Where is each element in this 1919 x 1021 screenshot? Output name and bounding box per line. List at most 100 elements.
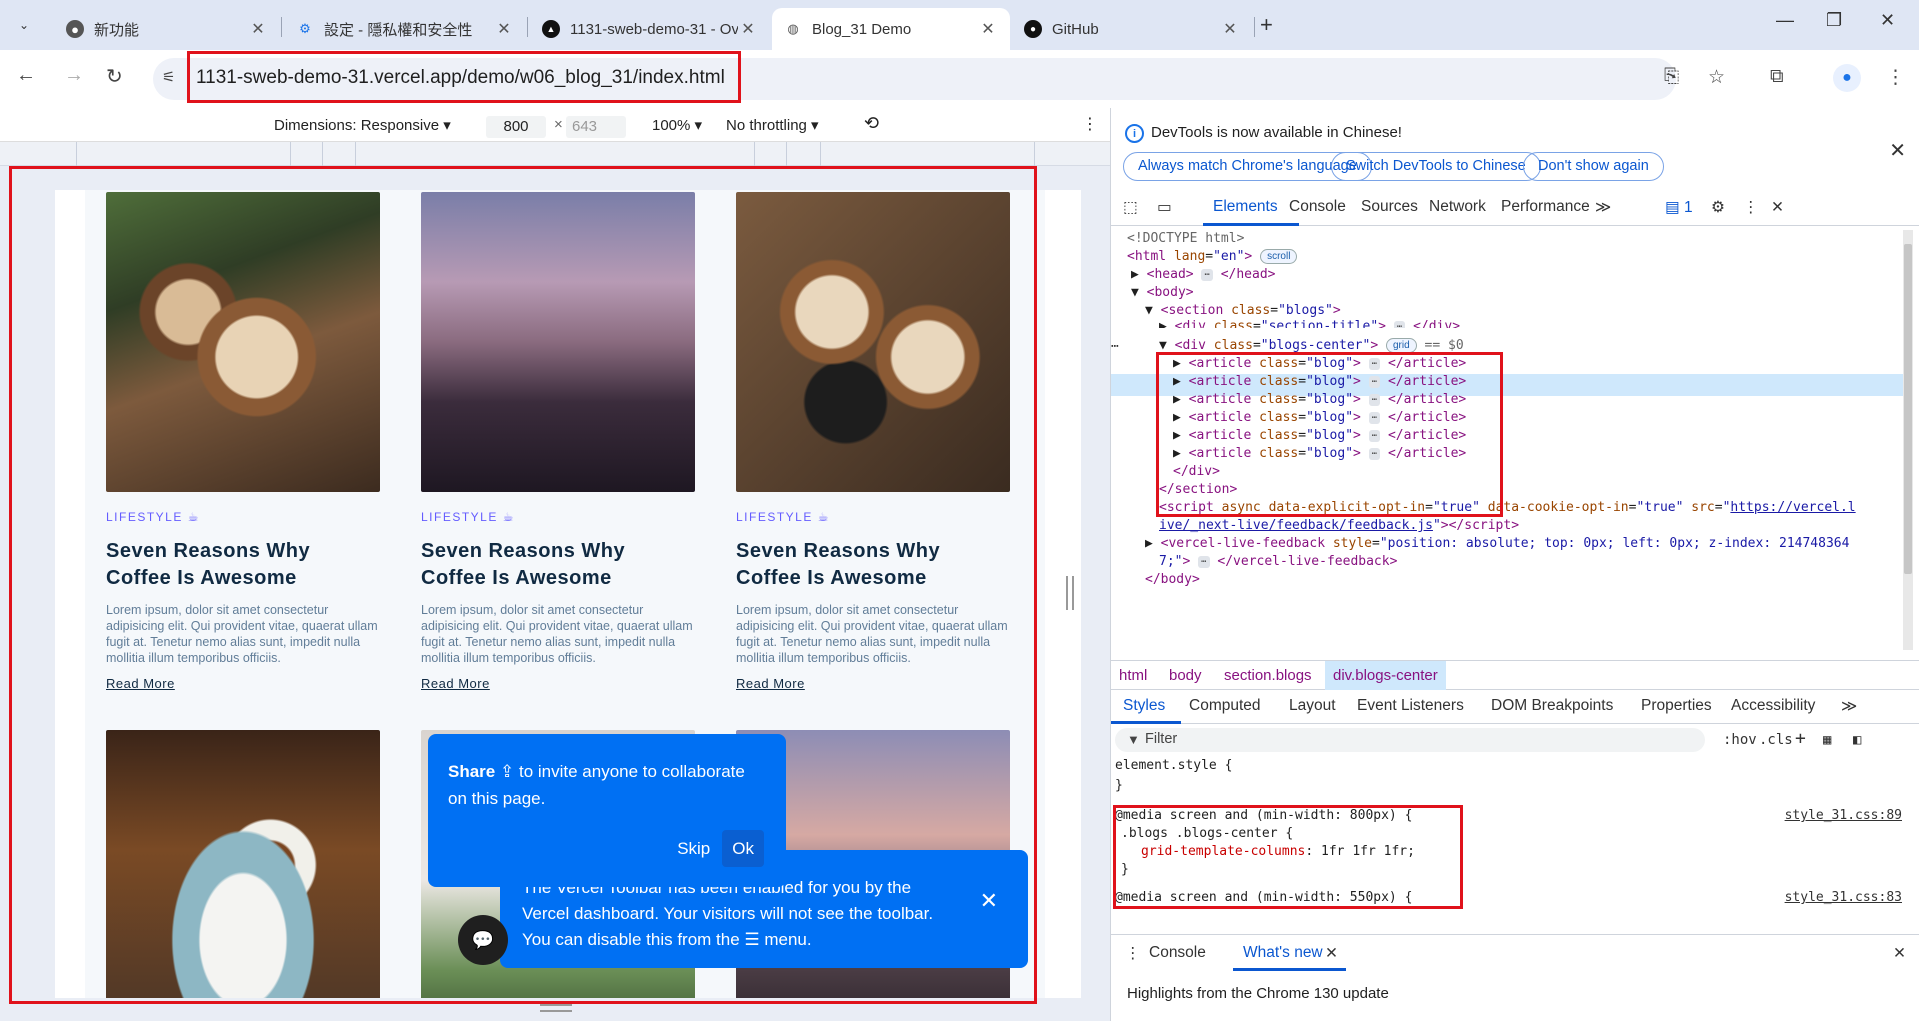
width-input[interactable]: 800 [486, 116, 546, 138]
more-tabs-icon[interactable]: ≫ [1841, 697, 1857, 716]
toolbar-notice-line: Vercel dashboard. Your visitors will not… [522, 904, 934, 923]
zoom-select[interactable]: 100% ▾ [652, 116, 702, 134]
dom-line[interactable]: ▶ <div class="section-title"> ⋯ </div> [1159, 316, 1460, 328]
tab-console[interactable]: Console [1289, 198, 1346, 216]
url-text[interactable]: 1131-sweb-demo-31.vercel.app/demo/w06_bl… [196, 67, 725, 89]
browser-tab[interactable]: ⚙ 設定 - 隱私權和安全性 ✕ [284, 8, 526, 50]
gear-icon: ⚙ [299, 21, 311, 36]
devtools-drawer: ⋮ Console What's new ✕ ✕ Highlights from… [1111, 934, 1919, 1021]
tab-sources[interactable]: Sources [1361, 198, 1418, 216]
cls-toggle[interactable]: .cls [1759, 732, 1793, 748]
restore-icon[interactable]: ❐ [1826, 10, 1842, 31]
css-source-link[interactable]: style_31.css:83 [1785, 888, 1902, 908]
breadcrumb-item-current[interactable]: div.blogs-center [1325, 661, 1446, 690]
star-icon[interactable]: ☆ [1708, 66, 1725, 89]
browser-tab[interactable]: ▲ 1131-sweb-demo-31 - Overvi ✕ [530, 8, 770, 50]
back-icon[interactable]: ← [16, 64, 36, 87]
extensions-icon[interactable]: ⧉ [1770, 66, 1784, 88]
close-tab-icon[interactable]: ✕ [248, 19, 268, 39]
share-tooltip: Share ⇪ to invite anyone to collaborate … [428, 734, 786, 887]
inspect-icon[interactable]: ⬚ [1123, 198, 1138, 217]
tab-search-icon[interactable]: ⌄ [8, 9, 40, 41]
styles-filter-input[interactable]: ▼ Filter [1115, 728, 1705, 752]
add-rule-icon[interactable]: + [1795, 728, 1806, 749]
close-tab-icon[interactable]: ✕ [978, 19, 998, 39]
skip-button[interactable]: Skip [677, 835, 710, 862]
new-tab-button[interactable]: + [1260, 12, 1273, 38]
close-window-icon[interactable]: ✕ [1880, 10, 1895, 31]
resize-handle-bottom[interactable] [540, 1004, 572, 1012]
resize-handle[interactable] [1066, 576, 1074, 610]
devtools-infobar: i DevTools is now available in Chinese! … [1111, 108, 1919, 188]
ok-button[interactable]: Ok [722, 830, 764, 867]
tab-network[interactable]: Network [1429, 198, 1486, 216]
css-selector[interactable]: element.style { [1115, 756, 1232, 776]
comment-icon[interactable]: 💬 [458, 915, 508, 965]
close-devtools-icon[interactable]: ✕ [1771, 198, 1784, 217]
share-icon: ⇪ [499, 762, 515, 781]
tab-elements[interactable]: Elements [1213, 198, 1278, 216]
device-toggle-icon[interactable]: ▭ [1157, 198, 1172, 217]
breadcrumb-item[interactable]: section.blogs [1224, 667, 1312, 684]
browser-toolbar: ← → ↻ ⚟ 1131-sweb-demo-31.vercel.app/dem… [0, 50, 1919, 108]
tab-styles[interactable]: Styles [1123, 697, 1165, 715]
browser-tab-active[interactable]: ◍ Blog_31 Demo ✕ [772, 8, 1010, 50]
more-options-icon[interactable]: ⋮ [1082, 114, 1098, 134]
tab-title: 設定 - 隱私權和安全性 [324, 21, 473, 39]
paint-icon[interactable]: ▦ [1823, 732, 1831, 748]
breadcrumb-item[interactable]: html [1119, 667, 1147, 684]
menu-icon[interactable]: ⋮ [1886, 66, 1905, 89]
chrome-icon: ● [66, 20, 84, 38]
drawer-tab-console[interactable]: Console [1149, 944, 1206, 962]
dom-line[interactable]: </body> [1145, 569, 1200, 590]
close-tab-icon[interactable]: ✕ [1220, 19, 1240, 39]
translate-icon[interactable]: ⎘ [1664, 66, 1679, 88]
css-source-link[interactable]: style_31.css:89 [1785, 806, 1902, 826]
dom-scrollbar[interactable] [1903, 230, 1913, 650]
tab-title: 1131-sweb-demo-31 - Overvi [570, 20, 738, 38]
times-symbol: × [554, 116, 563, 133]
tab-dom-breakpoints[interactable]: DOM Breakpoints [1491, 697, 1613, 715]
drawer-tab-whats-new[interactable]: What's new [1243, 944, 1323, 962]
tab-computed[interactable]: Computed [1189, 697, 1261, 715]
sidebar-toggle-icon[interactable]: ◧ [1853, 732, 1861, 748]
breadcrumb-item[interactable]: body [1169, 667, 1202, 684]
dont-show-again-button[interactable]: Don't show again [1523, 152, 1664, 181]
whats-new-heading: Highlights from the Chrome 130 update [1127, 985, 1389, 1002]
profile-avatar[interactable]: ● [1833, 64, 1861, 92]
tab-title: GitHub [1052, 20, 1099, 38]
site-info-icon[interactable]: ⚟ [162, 68, 175, 86]
issues-icon[interactable]: ▤ 1 [1665, 198, 1693, 217]
close-infobar-icon[interactable]: ✕ [1889, 138, 1906, 163]
globe-icon: ◍ [787, 21, 799, 36]
close-icon[interactable]: ✕ [980, 888, 998, 914]
close-tab-icon[interactable]: ✕ [738, 19, 758, 39]
tab-accessibility[interactable]: Accessibility [1731, 697, 1815, 715]
reload-icon[interactable]: ↻ [106, 64, 123, 89]
dimensions-select[interactable]: Dimensions: Responsive ▾ [274, 116, 451, 134]
browser-tab[interactable]: ● GitHub ✕ [1012, 8, 1252, 50]
more-tabs-icon[interactable]: ≫ [1595, 198, 1611, 217]
rotate-icon[interactable]: ⟲ [864, 113, 879, 134]
tab-title: 新功能 [94, 21, 140, 39]
filter-placeholder: Filter [1145, 731, 1178, 747]
browser-tab[interactable]: ● 新功能 ✕ [54, 8, 280, 50]
close-drawer-icon[interactable]: ✕ [1893, 944, 1906, 963]
kebab-icon[interactable]: ⋮ [1743, 198, 1759, 217]
css-highlight-box [1113, 805, 1463, 909]
height-input[interactable]: 643 [566, 116, 626, 138]
tab-performance[interactable]: Performance [1501, 198, 1590, 216]
minimize-icon[interactable]: — [1776, 10, 1794, 31]
throttling-select[interactable]: No throttling ▾ [726, 116, 819, 134]
forward-icon[interactable]: → [64, 64, 84, 87]
tab-strip: ⌄ ● 新功能 ✕ ⚙ 設定 - 隱私權和安全性 ✕ ▲ 1131-sweb-d… [0, 0, 1919, 50]
close-tab-icon[interactable]: ✕ [494, 19, 514, 39]
tab-layout[interactable]: Layout [1289, 697, 1336, 715]
tab-event-listeners[interactable]: Event Listeners [1357, 697, 1464, 715]
settings-icon[interactable]: ⚙ [1711, 198, 1725, 217]
close-drawer-tab-icon[interactable]: ✕ [1325, 944, 1338, 963]
drawer-menu-icon[interactable]: ⋮ [1125, 944, 1141, 963]
tab-properties[interactable]: Properties [1641, 697, 1712, 715]
switch-chinese-button[interactable]: Switch DevTools to Chinese [1331, 152, 1541, 181]
hov-toggle[interactable]: :hov [1723, 732, 1757, 748]
